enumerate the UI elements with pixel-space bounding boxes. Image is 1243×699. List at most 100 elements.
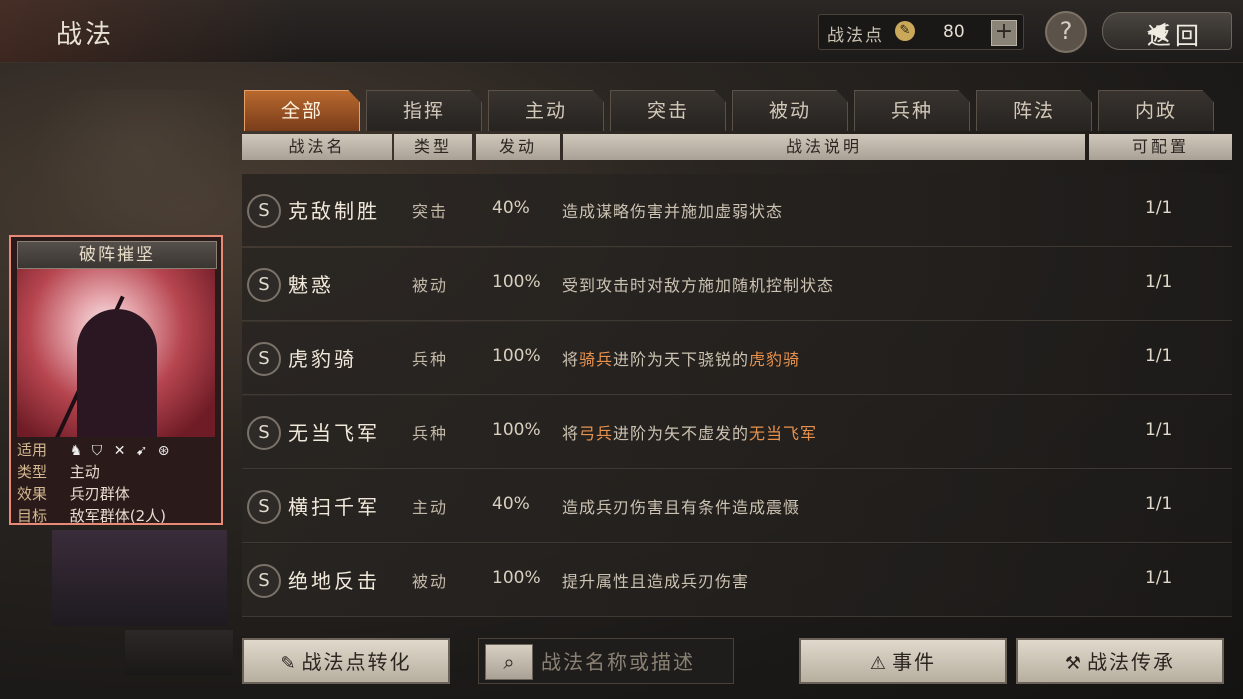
target-label: 目标 bbox=[17, 507, 48, 525]
tactic-points-value: 80 bbox=[943, 22, 965, 42]
help-button[interactable]: ? bbox=[1045, 11, 1087, 53]
tactic-type: 主动 bbox=[412, 498, 449, 517]
tactic-desc: 受到攻击时对敌方施加随机控制状态 bbox=[562, 272, 834, 296]
tactic-name: 无当飞军 bbox=[288, 421, 380, 445]
tab-all[interactable]: 全部 bbox=[244, 90, 360, 131]
selected-tactic-card[interactable]: 破阵摧坚 适用 ♞ ⛉ ✕ ➹ ⊛ 类型 主动 效果 兵刃群体 目标 敌军群体(2人) bbox=[9, 235, 223, 525]
search-icon[interactable]: ⌕ bbox=[485, 644, 533, 680]
desc-highlight: 无当飞军 bbox=[749, 424, 818, 443]
type-value: 主动 bbox=[69, 463, 100, 481]
grade-badge: S bbox=[247, 416, 281, 450]
table-row[interactable]: S 绝地反击 被动 100% 提升属性且造成兵刃伤害 1/1 bbox=[242, 544, 1232, 617]
tactic-points-label: 战法点 bbox=[827, 26, 884, 46]
tactic-desc: 提升属性且造成兵刃伤害 bbox=[562, 568, 749, 592]
search-box: ⌕ bbox=[478, 638, 734, 684]
desc-text: 提升属性且造成兵刃伤害 bbox=[562, 572, 750, 591]
cavalry-icon: ♞ bbox=[69, 443, 83, 459]
card-info: 适用 ♞ ⛉ ✕ ➹ ⊛ 类型 主动 效果 兵刃群体 目标 敌军群体(2人) bbox=[17, 439, 215, 527]
tactic-desc: 将骑兵进阶为天下骁锐的虎豹骑 bbox=[562, 346, 800, 370]
table-row[interactable]: S 虎豹骑 兵种 100% 将骑兵进阶为天下骁锐的虎豹骑 1/1 bbox=[242, 322, 1232, 395]
col-type[interactable]: 类型 bbox=[394, 134, 472, 160]
table-row[interactable]: S 魅惑 被动 100% 受到攻击时对敌方施加随机控制状态 1/1 bbox=[242, 248, 1232, 321]
tactic-type: 兵种 bbox=[412, 424, 449, 443]
desc-highlight: 弓兵 bbox=[579, 424, 614, 443]
desc-text: 进阶为天下骁锐的 bbox=[613, 350, 750, 369]
tactic-list: S 克敌制胜 突击 40% 造成谋略伤害并施加虚弱状态 1/1 S 魅惑 被动 … bbox=[242, 174, 1232, 617]
search-input[interactable] bbox=[539, 645, 731, 679]
tactic-name: 绝地反击 bbox=[288, 569, 380, 593]
tactic-name: 魅惑 bbox=[288, 273, 334, 297]
wheel-icon: ⊛ bbox=[157, 443, 170, 459]
col-desc: 战法说明 bbox=[563, 134, 1085, 160]
desc-text: 将 bbox=[562, 424, 580, 443]
tactic-config: 1/1 bbox=[1145, 272, 1173, 292]
events-button[interactable]: ⚠ 事件 bbox=[799, 638, 1007, 684]
table-row[interactable]: S 横扫千军 主动 40% 造成兵刃伤害且有条件造成震慑 1/1 bbox=[242, 470, 1232, 543]
desc-text: 造成兵刃伤害且有条件造成震慑 bbox=[562, 498, 801, 517]
card-effect-row: 效果 兵刃群体 bbox=[17, 483, 215, 505]
desc-text: 将 bbox=[562, 350, 580, 369]
tab-troop[interactable]: 兵种 bbox=[854, 90, 970, 131]
tactic-rate: 40% bbox=[492, 494, 530, 514]
desc-text: 造成谋略伤害并施加虚弱状态 bbox=[562, 202, 784, 221]
target-value: 敌军群体(2人) bbox=[69, 507, 167, 525]
desc-text: 进阶为矢不虚发的 bbox=[613, 424, 750, 443]
col-config[interactable]: 可配置 bbox=[1089, 134, 1232, 160]
desc-text: 受到攻击时对敌方施加随机控制状态 bbox=[562, 276, 835, 295]
desc-highlight: 虎豹骑 bbox=[749, 350, 801, 369]
events-label: 事件 bbox=[892, 650, 937, 674]
col-name[interactable]: 战法名 bbox=[242, 134, 392, 160]
tactic-type: 被动 bbox=[412, 572, 449, 591]
tab-internal[interactable]: 内政 bbox=[1098, 90, 1214, 131]
title-decoration bbox=[0, 0, 300, 62]
tab-command[interactable]: 指挥 bbox=[366, 90, 482, 131]
card-target-row: 目标 敌军群体(2人) bbox=[17, 505, 215, 527]
warrior-art bbox=[77, 309, 157, 437]
usable-label: 适用 bbox=[17, 441, 48, 459]
table-header: 战法名 类型 发动 战法说明 可配置 bbox=[242, 134, 1232, 160]
tactic-name: 横扫千军 bbox=[288, 495, 380, 519]
spear-icon: ➹ bbox=[135, 443, 148, 459]
add-points-button[interactable]: + bbox=[991, 20, 1017, 46]
effect-value: 兵刃群体 bbox=[69, 485, 130, 503]
grade-badge: S bbox=[247, 342, 281, 376]
hammer-icon: ⚒ bbox=[1064, 653, 1084, 674]
next-card-preview[interactable] bbox=[52, 530, 227, 626]
brush-icon: ✎ bbox=[280, 653, 298, 674]
tactic-rate: 40% bbox=[492, 198, 530, 218]
inherit-label: 战法传承 bbox=[1087, 650, 1176, 674]
col-rate[interactable]: 发动 bbox=[476, 134, 560, 160]
alert-icon: ⚠ bbox=[869, 653, 889, 674]
tab-active[interactable]: 主动 bbox=[488, 90, 604, 131]
table-row[interactable]: S 无当飞军 兵种 100% 将弓兵进阶为矢不虚发的无当飞军 1/1 bbox=[242, 396, 1232, 469]
tactic-rate: 100% bbox=[492, 568, 541, 588]
table-row[interactable]: S 克敌制胜 突击 40% 造成谋略伤害并施加虚弱状态 1/1 bbox=[242, 174, 1232, 247]
tactic-type: 被动 bbox=[412, 276, 449, 295]
back-button[interactable]: ◀ 返回 bbox=[1102, 12, 1232, 50]
next-card-preview-2[interactable] bbox=[125, 630, 233, 675]
grade-badge: S bbox=[247, 490, 281, 524]
tactic-config: 1/1 bbox=[1145, 420, 1173, 440]
crossbow-icon: ✕ bbox=[113, 443, 126, 459]
tactic-name: 克敌制胜 bbox=[288, 199, 380, 223]
grade-badge: S bbox=[247, 268, 281, 302]
tactic-rate: 100% bbox=[492, 272, 541, 292]
grade-badge: S bbox=[247, 194, 281, 228]
tab-assault[interactable]: 突击 bbox=[610, 90, 726, 131]
tactic-desc: 将弓兵进阶为矢不虚发的无当飞军 bbox=[562, 420, 817, 444]
grade-badge: S bbox=[247, 564, 281, 598]
convert-label: 战法点转化 bbox=[301, 650, 412, 674]
convert-points-button[interactable]: ✎ 战法点转化 bbox=[242, 638, 450, 684]
tab-passive[interactable]: 被动 bbox=[732, 90, 848, 131]
desc-highlight: 骑兵 bbox=[579, 350, 614, 369]
tab-formation[interactable]: 阵法 bbox=[976, 90, 1092, 131]
tactic-name: 虎豹骑 bbox=[288, 347, 357, 371]
background-general-silhouette bbox=[30, 90, 230, 240]
tactic-desc: 造成谋略伤害并施加虚弱状态 bbox=[562, 198, 783, 222]
inherit-tactic-button[interactable]: ⚒ 战法传承 bbox=[1016, 638, 1224, 684]
tactic-points-box: 战法点 ✎ 80 + bbox=[818, 14, 1024, 50]
category-tabs: 全部 指挥 主动 突击 被动 兵种 阵法 内政 bbox=[244, 90, 1224, 132]
card-artwork bbox=[17, 269, 215, 437]
shield-icon: ⛉ bbox=[91, 443, 103, 459]
card-title: 破阵摧坚 bbox=[17, 241, 217, 269]
